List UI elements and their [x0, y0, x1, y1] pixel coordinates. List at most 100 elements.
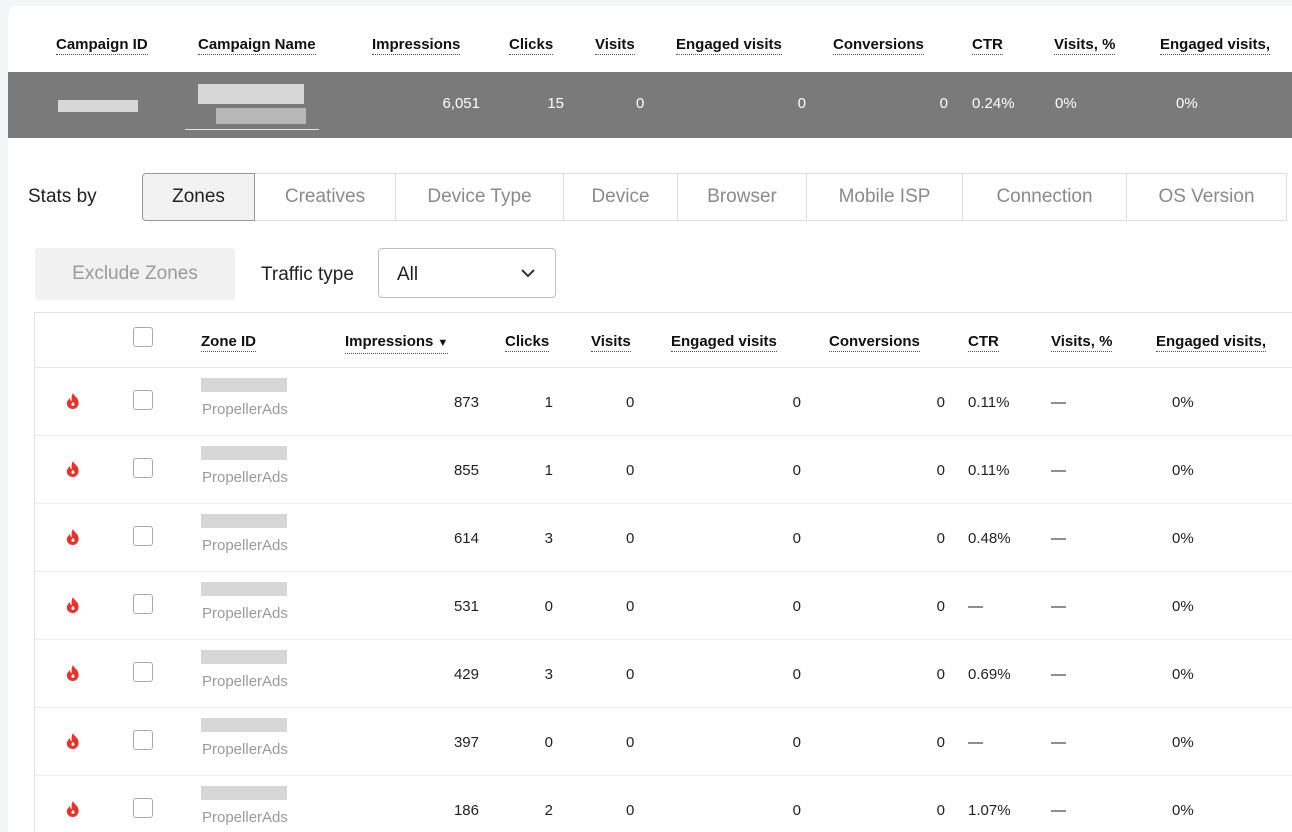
col-engaged-visits[interactable]: Engaged visits [671, 333, 777, 352]
fire-icon[interactable] [65, 596, 81, 614]
cell-ctr: 0.69% [968, 666, 1011, 683]
row-checkbox[interactable] [133, 730, 153, 750]
cell-impressions: 614 [453, 530, 479, 547]
fire-icon[interactable] [65, 800, 81, 818]
col-engaged-visits[interactable]: Engaged visits [676, 36, 782, 55]
col-visits[interactable]: Visits [595, 36, 635, 55]
zone-id-redacted[interactable] [201, 718, 287, 732]
tab-browser[interactable]: Browser [678, 173, 807, 221]
col-visits[interactable]: Visits [591, 333, 631, 352]
select-all-checkbox[interactable] [133, 327, 153, 347]
row-checkbox[interactable] [133, 662, 153, 682]
table-row[interactable]: PropellerAds 429 3 0 0 0 0.69% — 0% [35, 640, 1292, 708]
campaign-id-redacted [58, 100, 138, 112]
tab-os-version[interactable]: OS Version [1127, 173, 1287, 221]
summary-engaged-visits-pct: 0% [1176, 95, 1198, 112]
table-row[interactable]: PropellerAds 855 1 0 0 0 0.11% — 0% [35, 436, 1292, 504]
zone-id-redacted[interactable] [201, 378, 287, 392]
cell-ctr: 0.11% [968, 394, 1010, 411]
col-impressions[interactable]: Impressions [372, 36, 461, 55]
table-row[interactable]: PropellerAds 873 1 0 0 0 0.11% — 0% [35, 368, 1292, 436]
zone-id-redacted[interactable] [201, 446, 287, 460]
col-campaign-name[interactable]: Campaign Name [198, 36, 316, 55]
tab-mobile-isp[interactable]: Mobile ISP [807, 173, 963, 221]
cell-conversions: 0 [936, 530, 945, 547]
cell-engaged-visits: 0 [792, 530, 801, 547]
zone-source: PropellerAds [202, 537, 288, 554]
cell-engaged-visits-pct: 0% [1172, 802, 1194, 819]
row-checkbox[interactable] [133, 594, 153, 614]
col-visits-pct[interactable]: Visits, % [1054, 36, 1116, 55]
cell-engaged-visits-pct: 0% [1172, 530, 1194, 547]
summary-row: 6,051 15 0 0 0 0.24% 0% 0% [8, 72, 1292, 138]
cell-visits-pct: — [1051, 802, 1066, 819]
cell-engaged-visits: 0 [792, 802, 801, 819]
cell-engaged-visits-pct: 0% [1172, 394, 1194, 411]
campaign-name-redacted [198, 84, 304, 104]
table-row[interactable]: PropellerAds 186 2 0 0 0 1.07% — 0% [35, 776, 1292, 832]
tab-creatives[interactable]: Creatives [255, 173, 396, 221]
traffic-type-value: All [397, 264, 419, 285]
row-checkbox[interactable] [133, 526, 153, 546]
summary-engaged-visits: 0 [797, 95, 806, 112]
row-checkbox[interactable] [133, 798, 153, 818]
col-ctr[interactable]: CTR [972, 36, 1003, 55]
exclude-zones-button[interactable]: Exclude Zones [35, 248, 235, 300]
zone-id-redacted[interactable] [201, 514, 287, 528]
fire-icon[interactable] [65, 732, 81, 750]
zone-id-redacted[interactable] [201, 582, 287, 596]
col-conversions[interactable]: Conversions [829, 333, 920, 352]
zone-id-redacted[interactable] [201, 786, 287, 800]
tab-device-type[interactable]: Device Type [396, 173, 564, 221]
col-clicks[interactable]: Clicks [509, 36, 554, 55]
col-engaged-visits-pct[interactable]: Engaged visits, [1160, 36, 1271, 55]
zone-source: PropellerAds [202, 673, 288, 690]
fire-icon[interactable] [65, 664, 81, 682]
tab-device[interactable]: Device [564, 173, 678, 221]
tab-connection[interactable]: Connection [963, 173, 1127, 221]
cell-impressions: 397 [453, 734, 479, 751]
zone-id-redacted[interactable] [201, 650, 287, 664]
campaign-name-redacted-2 [216, 108, 306, 124]
col-campaign-id[interactable]: Campaign ID [56, 36, 148, 55]
cell-clicks: 1 [544, 462, 553, 479]
cell-visits-pct: — [1051, 734, 1066, 751]
cell-visits: 0 [626, 598, 635, 615]
cell-visits: 0 [626, 666, 635, 683]
col-clicks[interactable]: Clicks [505, 333, 550, 352]
cell-visits: 0 [626, 530, 635, 547]
table-row[interactable]: PropellerAds 531 0 0 0 0 — — 0% [35, 572, 1292, 640]
traffic-type-select[interactable]: All [378, 248, 556, 298]
zone-source: PropellerAds [202, 401, 288, 418]
cell-engaged-visits: 0 [792, 394, 801, 411]
cell-visits-pct: — [1051, 462, 1066, 479]
cell-engaged-visits-pct: 0% [1172, 598, 1194, 615]
zones-table-header: Zone ID Impressions ▼ Clicks Visits Engag… [35, 313, 1292, 368]
zones-table: Zone ID Impressions ▼ Clicks Visits Engag… [34, 312, 1292, 832]
col-ctr[interactable]: CTR [968, 333, 999, 352]
campaign-name-underline [185, 129, 319, 130]
col-impressions-sortable[interactable]: Impressions ▼ [345, 333, 449, 354]
col-conversions[interactable]: Conversions [833, 36, 924, 55]
cell-conversions: 0 [936, 462, 945, 479]
fire-icon[interactable] [65, 460, 81, 478]
summary-visits: 0 [636, 95, 645, 112]
table-row[interactable]: PropellerAds 397 0 0 0 0 — — 0% [35, 708, 1292, 776]
row-checkbox[interactable] [133, 458, 153, 478]
row-checkbox[interactable] [133, 390, 153, 410]
cell-visits-pct: — [1051, 394, 1066, 411]
col-visits-pct[interactable]: Visits, % [1051, 333, 1113, 352]
cell-visits-pct: — [1051, 598, 1066, 615]
cell-impressions: 531 [453, 598, 479, 615]
summary-header: Campaign ID Campaign Name Impressions Cl… [8, 6, 1292, 72]
col-zone-id[interactable]: Zone ID [201, 333, 256, 352]
tab-zones[interactable]: Zones [142, 173, 255, 221]
col-engaged-visits-pct[interactable]: Engaged visits, [1156, 333, 1267, 352]
cell-impressions: 429 [453, 666, 479, 683]
fire-icon[interactable] [65, 392, 81, 410]
fire-icon[interactable] [65, 528, 81, 546]
table-row[interactable]: PropellerAds 614 3 0 0 0 0.48% — 0% [35, 504, 1292, 572]
cell-engaged-visits-pct: 0% [1172, 462, 1194, 479]
summary-clicks: 15 [547, 95, 564, 112]
cell-visits: 0 [626, 462, 635, 479]
